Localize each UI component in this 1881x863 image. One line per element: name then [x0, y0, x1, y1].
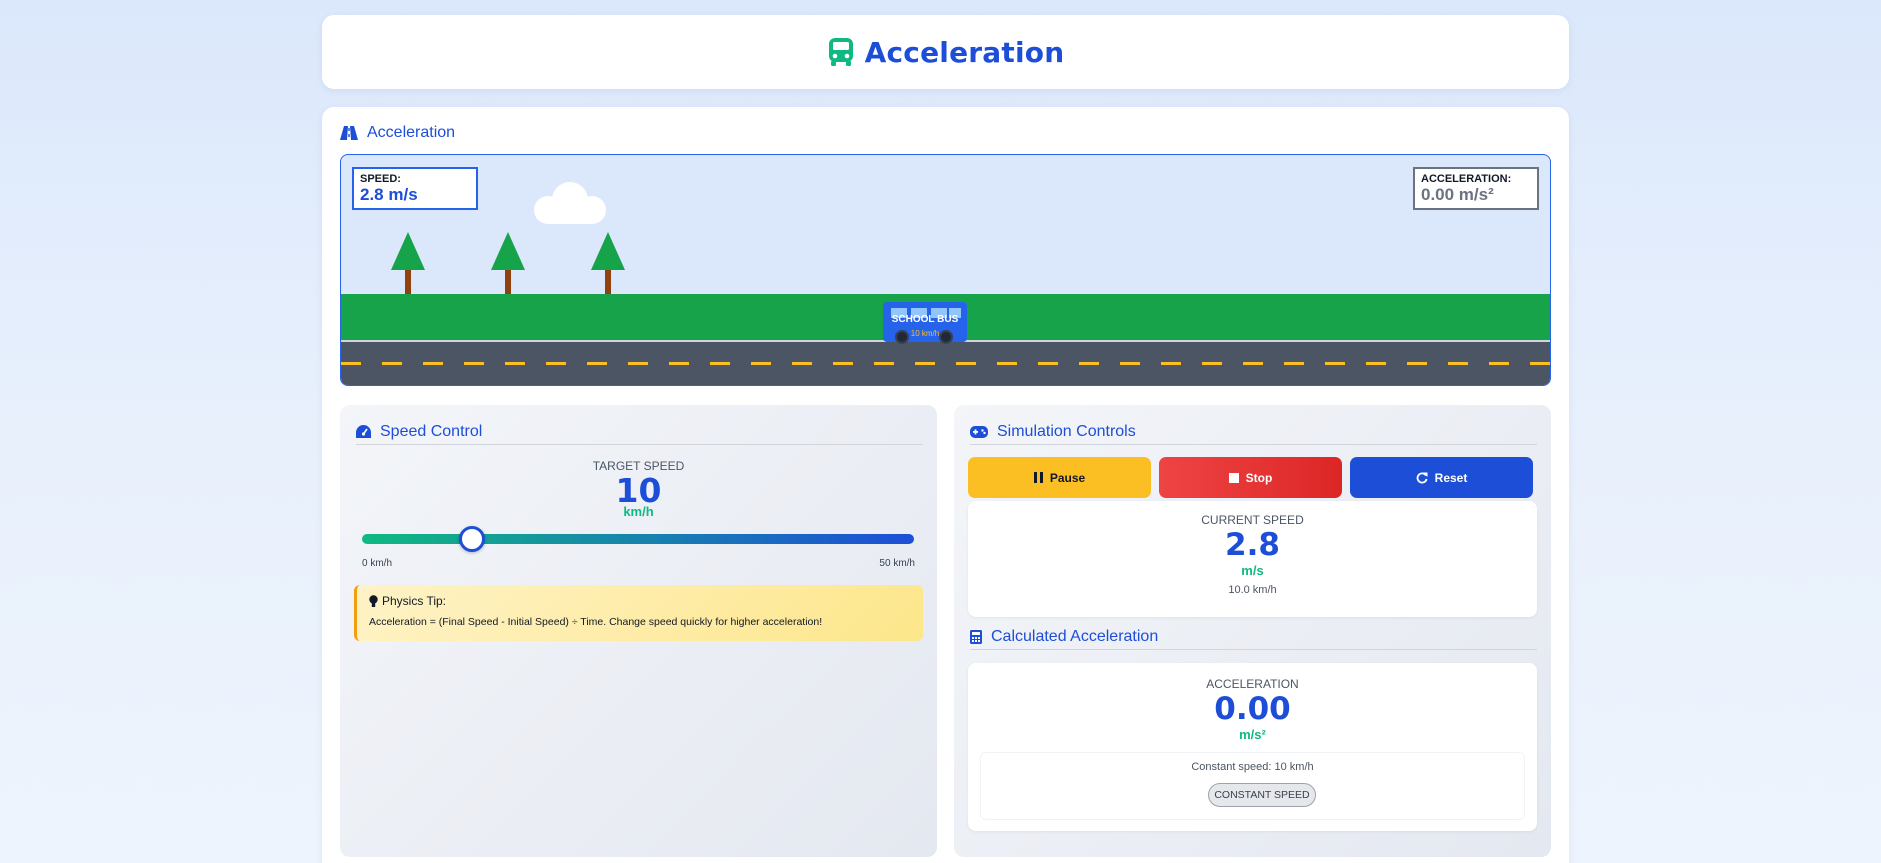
- current-speed-unit: m/s: [1241, 563, 1264, 578]
- speed-readout: SPEED: 2.8 m/s: [352, 167, 478, 210]
- target-speed-unit: km/h: [623, 504, 654, 519]
- tip-text: Acceleration = (Final Speed - Initial Sp…: [369, 616, 823, 628]
- speed-control-title: Speed Control: [380, 422, 483, 440]
- reset-button-label: Reset: [1434, 470, 1468, 485]
- cloud-icon: [534, 182, 606, 224]
- pause-button-label: Pause: [1049, 470, 1086, 485]
- page-title: Acceleration: [864, 35, 1065, 69]
- calculator-icon: [970, 629, 982, 644]
- school-bus: SCHOOL BUS 10 km/h: [883, 302, 967, 344]
- current-speed-label: CURRENT SPEED: [1201, 513, 1304, 527]
- acceleration-label: ACCELERATION: [1206, 677, 1299, 691]
- acceleration-note: Constant speed: 10 km/h: [1191, 761, 1314, 773]
- speed-control-header: Speed Control: [356, 419, 923, 445]
- tip-title: Physics Tip:: [382, 594, 447, 608]
- bus-icon: [828, 38, 853, 66]
- speed-readout-value: 2.8 m/s: [360, 185, 418, 204]
- status-badge: CONSTANT SPEED: [1208, 783, 1316, 807]
- reset-button[interactable]: Reset: [1350, 457, 1533, 498]
- acceleration-card: ACCELERATION 0.00 m/s² Constant speed: 1…: [968, 663, 1537, 831]
- control-buttons: Pause Stop Reset: [968, 457, 1533, 498]
- scene-title: Acceleration: [340, 124, 455, 142]
- stop-button-label: Stop: [1245, 470, 1273, 485]
- tree-icon: [591, 232, 625, 294]
- speed-slider-track[interactable]: [362, 534, 914, 544]
- simulation-title: Simulation Controls: [997, 422, 1136, 440]
- pause-icon: [1033, 472, 1043, 483]
- acceleration-value: 0.00: [1214, 691, 1291, 727]
- stop-icon: [1228, 472, 1239, 483]
- pause-button[interactable]: Pause: [968, 457, 1151, 498]
- slider-min-label: 0 km/h: [362, 558, 393, 569]
- acceleration-unit: m/s²: [1239, 727, 1266, 742]
- road-icon: [340, 126, 358, 140]
- simulation-panel: Simulation Controls Pause Stop Reset CUR…: [954, 405, 1551, 857]
- reset-icon: [1416, 471, 1428, 483]
- bus-label: SCHOOL BUS: [891, 314, 959, 325]
- acceleration-readout-label: ACCELERATION:: [1421, 173, 1512, 185]
- current-speed-value: 2.8: [1225, 527, 1280, 563]
- acceleration-readout: ACCELERATION: 0.00 m/s²: [1413, 167, 1539, 210]
- acceleration-status-box: Constant speed: 10 km/h CONSTANT SPEED: [980, 752, 1525, 820]
- main-card: Acceleration SCHOOL BUS 10 km/h SPEED: 2…: [322, 107, 1569, 863]
- physics-tip: Physics Tip: Acceleration = (Final Speed…: [354, 585, 923, 641]
- speed-slider-thumb[interactable]: [459, 526, 486, 552]
- road: [341, 340, 1550, 385]
- speed-readout-label: SPEED:: [360, 173, 401, 185]
- speed-control-panel: Speed Control TARGET SPEED 10 km/h 0 km/…: [340, 405, 937, 857]
- tree-icon: [391, 232, 425, 294]
- bus-speed: 10 km/h: [910, 329, 940, 338]
- gamepad-icon: [970, 425, 988, 438]
- gauge-icon: [356, 425, 371, 438]
- simulation-header: Simulation Controls: [970, 419, 1537, 445]
- current-speed-kmh: 10.0 km/h: [1228, 584, 1277, 596]
- lane-markings: [341, 362, 1550, 365]
- stop-button[interactable]: Stop: [1159, 457, 1342, 498]
- calculated-acceleration-title: Calculated Acceleration: [991, 627, 1159, 645]
- slider-max-label: 50 km/h: [879, 558, 915, 569]
- tree-icon: [491, 232, 525, 294]
- lightbulb-icon: [369, 594, 378, 607]
- simulation-scene: SCHOOL BUS 10 km/h SPEED: 2.8 m/s ACCELE…: [340, 154, 1551, 386]
- app-header: Acceleration: [322, 15, 1569, 89]
- current-speed-card: CURRENT SPEED 2.8 m/s 10.0 km/h: [968, 501, 1537, 617]
- scene-title-label: Acceleration: [367, 124, 456, 141]
- acceleration-readout-value: 0.00 m/s²: [1421, 185, 1494, 204]
- calculated-acceleration-header: Calculated Acceleration: [970, 624, 1537, 650]
